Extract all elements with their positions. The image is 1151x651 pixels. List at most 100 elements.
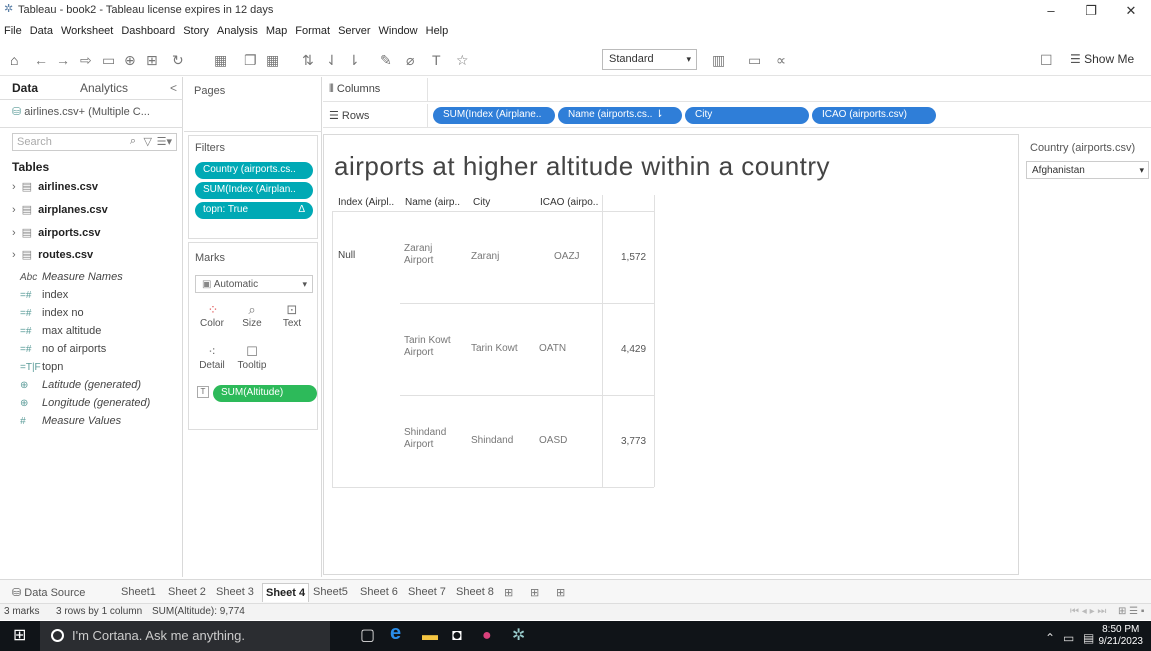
menu-format[interactable]: Format	[291, 22, 334, 40]
field-latitude[interactable]: ⊕ Latitude (generated)	[20, 379, 141, 391]
cortana-search[interactable]: I'm Cortana. Ask me anything.	[40, 621, 330, 651]
new-datasource-icon[interactable]: ⊕	[124, 52, 136, 68]
duplicate-sheet-icon[interactable]: ❐	[244, 52, 257, 68]
header-city[interactable]: City	[473, 197, 490, 208]
field-topn[interactable]: =T|Ftopn	[20, 361, 63, 373]
tab-analytics[interactable]: Analytics	[80, 81, 128, 95]
wps-icon[interactable]: ●	[482, 627, 492, 645]
filters-card[interactable]: Filters Country (airports.cs.. SUM(Index…	[188, 135, 318, 239]
cell-altitude[interactable]: 3,773	[621, 436, 646, 447]
field-measure-names[interactable]: Abc Measure Names	[20, 271, 123, 283]
tab-sheet1[interactable]: Sheet1	[121, 586, 156, 598]
notifications-icon[interactable]: ▤	[1083, 629, 1094, 647]
expand-icon[interactable]: ›	[12, 181, 16, 193]
view-options-icon[interactable]: ☰▾	[157, 135, 172, 148]
file-explorer-icon[interactable]: ▬	[422, 627, 438, 645]
table-item-airplanes[interactable]: › ▤ airplanes.csv	[12, 203, 108, 216]
windows-start-icon[interactable]: ⊞	[13, 627, 26, 645]
redo-icon[interactable]: ⇨	[80, 52, 92, 68]
menu-window[interactable]: Window	[375, 22, 422, 40]
cell-index[interactable]: Null	[338, 250, 355, 261]
menu-worksheet[interactable]: Worksheet	[57, 22, 117, 40]
tab-data[interactable]: Data	[12, 81, 38, 95]
field-measure-values[interactable]: # Measure Values	[20, 415, 121, 427]
back-icon[interactable]: ←	[34, 52, 48, 68]
filter-pill-country[interactable]: Country (airports.cs..	[195, 162, 313, 179]
cell-altitude[interactable]: 1,572	[621, 252, 646, 263]
table-item-routes[interactable]: › ▤ routes.csv	[12, 248, 93, 261]
filter-icon[interactable]: ▽	[144, 135, 152, 148]
rows-pill-city[interactable]: City	[685, 107, 809, 124]
rows-pill-name[interactable]: Name (airports.cs.. ⇂	[558, 107, 682, 124]
menu-map[interactable]: Map	[262, 22, 291, 40]
table-item-airlines[interactable]: › ▤ airlines.csv	[12, 180, 98, 193]
clear-sheet-icon[interactable]: ▦	[266, 52, 279, 68]
tab-sheet6[interactable]: Sheet 6	[360, 586, 398, 598]
mark-type-select[interactable]: ▣ Automatic ▾	[195, 275, 313, 293]
store-icon[interactable]: ◘	[452, 627, 462, 645]
rows-shelf[interactable]: ☰ Rows SUM(Index (Airplane.. Name (airpo…	[323, 104, 1151, 128]
field-no-of-airports[interactable]: =# no of airports	[20, 343, 106, 355]
sheet-nav-icon[interactable]: ⏮ ◂ ▸ ⏭	[1070, 606, 1106, 617]
tab-sheet4[interactable]: Sheet 4	[262, 583, 310, 602]
new-dashboard-icon[interactable]: ⊞	[530, 586, 539, 599]
text-button[interactable]: ⊡ Text	[275, 301, 309, 337]
pause-updates-icon[interactable]: ⊞	[146, 52, 158, 68]
pages-card[interactable]: Pages	[188, 79, 318, 129]
pin-icon[interactable]: ☆	[456, 52, 469, 68]
datasource-item[interactable]: ⛁ airlines.csv+ (Multiple C...	[12, 105, 150, 118]
expand-icon[interactable]: ›	[12, 227, 16, 239]
tooltip-icon[interactable]: ☐	[1040, 52, 1053, 68]
columns-shelf[interactable]: ⦀ Columns	[323, 78, 1151, 102]
collapse-pane-button[interactable]: <	[170, 81, 177, 95]
grid-view-icon[interactable]: ⊞ ☰ ▪	[1118, 606, 1144, 617]
header-name[interactable]: Name (airp..	[405, 197, 460, 208]
show-cards-icon[interactable]: ▥	[712, 52, 725, 68]
table-row[interactable]: Tarin Kowt Airport	[404, 335, 451, 359]
marks-card[interactable]: Marks ▣ Automatic ▾ ⁘ Color ⌕ Size ⊡ Text ⁖…	[188, 242, 318, 430]
group-icon[interactable]: ⌀	[406, 52, 414, 68]
menu-data[interactable]: Data	[26, 22, 57, 40]
close-button[interactable]: ✕	[1111, 0, 1151, 22]
tab-sheet2[interactable]: Sheet 2	[168, 586, 206, 598]
tableau-taskbar-icon[interactable]: ✲	[512, 627, 525, 645]
search-input[interactable]: Search ⌕ ▽ ☰▾	[12, 133, 177, 151]
detail-button[interactable]: ⁖ Detail	[195, 343, 229, 379]
menu-file[interactable]: File	[0, 22, 26, 40]
tab-sheet3[interactable]: Sheet 3	[216, 586, 254, 598]
field-index-no[interactable]: =# index no	[20, 307, 84, 319]
swap-icon[interactable]: ⇅	[302, 52, 314, 68]
table-row[interactable]: Shindand Airport	[404, 427, 446, 451]
labels-icon[interactable]: T	[432, 52, 441, 68]
tray-chevron-icon[interactable]: ⌃	[1045, 629, 1055, 647]
header-icao[interactable]: ICAO (airpo..	[540, 197, 598, 208]
save-icon[interactable]: ▭	[102, 52, 115, 68]
forward-icon[interactable]: →	[56, 52, 70, 68]
fit-select[interactable]: Standard ▾	[602, 49, 697, 70]
pill-sum-altitude[interactable]: SUM(Altitude)	[213, 385, 317, 402]
field-longitude[interactable]: ⊕ Longitude (generated)	[20, 397, 150, 409]
maximize-button[interactable]: ❐	[1071, 0, 1111, 22]
table-row[interactable]: Zaranj Airport	[404, 243, 433, 267]
tab-data-source[interactable]: ⛁ Data Source	[12, 586, 85, 599]
cell-altitude[interactable]: 4,429	[621, 344, 646, 355]
refresh-icon[interactable]: ↻	[172, 52, 184, 68]
edge-icon[interactable]: e	[390, 623, 401, 643]
new-worksheet-icon[interactable]: ▦	[214, 52, 227, 68]
rows-pill-icao[interactable]: ICAO (airports.csv)	[812, 107, 936, 124]
menu-help[interactable]: Help	[422, 22, 453, 40]
show-me-button[interactable]: ☰ Show Me	[1070, 52, 1134, 66]
sort-descending-icon[interactable]: ⇂	[348, 52, 360, 68]
clock[interactable]: 8:50 PM 9/21/2023	[1099, 624, 1144, 648]
highlight-icon[interactable]: ✎	[380, 52, 392, 68]
field-max-altitude[interactable]: =# max altitude	[20, 325, 101, 337]
tab-sheet8[interactable]: Sheet 8	[456, 586, 494, 598]
table-item-airports[interactable]: › ▤ airports.csv	[12, 226, 100, 239]
expand-icon[interactable]: ›	[12, 204, 16, 216]
field-index[interactable]: =# index	[20, 289, 68, 301]
share-icon[interactable]: ∝	[776, 52, 786, 68]
menu-analysis[interactable]: Analysis	[213, 22, 262, 40]
menu-story[interactable]: Story	[179, 22, 213, 40]
new-worksheet-icon[interactable]: ⊞	[504, 586, 513, 599]
sort-ascending-icon[interactable]: ⇃	[326, 52, 338, 68]
